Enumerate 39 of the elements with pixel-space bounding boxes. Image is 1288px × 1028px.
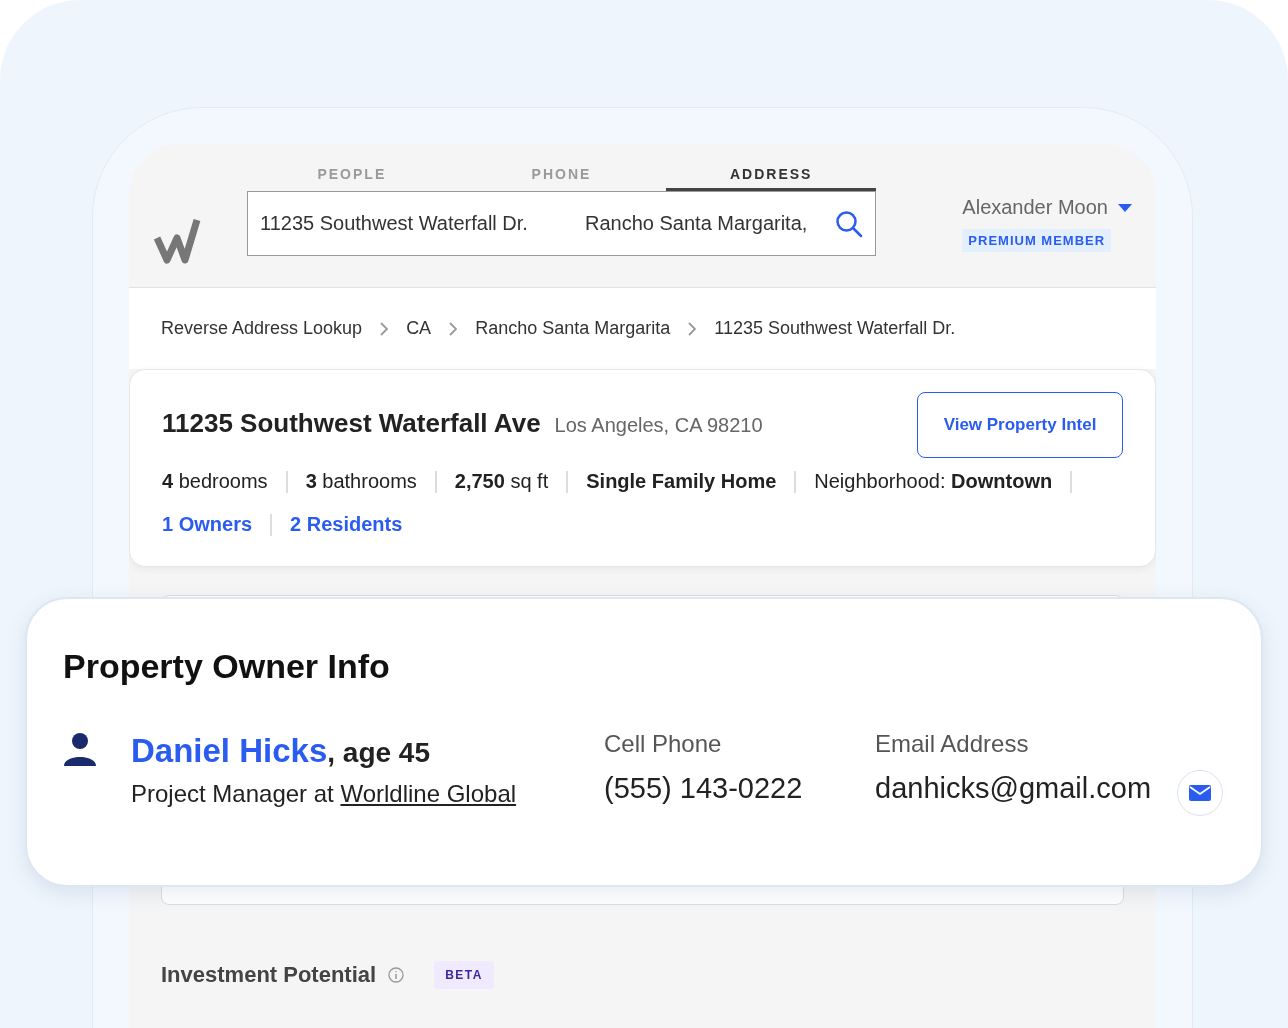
people-link[interactable]: 1 Owners [162,513,253,536]
owner-name-line: Daniel Hicks, age 45 [131,732,431,770]
search-icon[interactable] [835,209,863,238]
chevron-icon [688,321,697,336]
property-stat: 3 bathrooms [305,470,417,493]
email-address: danhicks@gmail.com [875,772,1153,805]
section-title: Investment Potential [161,962,377,988]
chevron-icon [449,321,458,336]
street-input[interactable]: 11235 Southwest Waterfall Dr. [260,212,585,235]
card-title: Property Owner Info [63,647,391,686]
envelope-icon [1189,785,1211,801]
membership-badge: PREMIUM MEMBER [962,229,1112,252]
field-label: Email Address [875,730,1030,758]
property-stat: 2,750 sq ft [454,470,549,493]
owner-name-link[interactable]: Daniel Hicks [131,732,328,769]
breadcrumb-link[interactable]: 11235 Southwest Waterfall Dr. [714,318,956,339]
person-icon [63,732,97,766]
property-location: Los Angeles, CA 98210 [554,414,763,437]
breadcrumb-link[interactable]: CA [406,318,432,339]
field-label: Cell Phone [604,730,723,758]
user-menu[interactable]: Alexander Moon [962,196,1132,219]
breadcrumb-link[interactable]: Reverse Address Lookup [161,318,363,339]
property-stat: Neighborhood: Downtown [814,470,1053,493]
chevron-icon [380,321,389,336]
view-property-button[interactable]: View Property Intel [917,392,1123,458]
logo-icon[interactable] [153,216,201,264]
email-button[interactable] [1177,770,1223,816]
property-stat: Single Family Home [586,470,777,493]
info-icon[interactable] [388,967,405,983]
property-address: 11235 Southwest Waterfall Ave [162,408,541,439]
phone-number: (555) 143-0222 [604,772,804,805]
people-link[interactable]: 2 Residents [290,513,403,536]
owner-job: Project Manager at Worldline Global [131,780,518,808]
caret-icon [1118,203,1132,212]
company-link[interactable]: Worldline Global [340,780,517,807]
breadcrumb-link[interactable]: Rancho Santa Margarita [475,318,671,339]
property-stat: 4 bedrooms [162,470,268,493]
beta-badge: BETA [434,961,494,989]
city-input[interactable]: Rancho Santa Margarita, [585,212,817,235]
